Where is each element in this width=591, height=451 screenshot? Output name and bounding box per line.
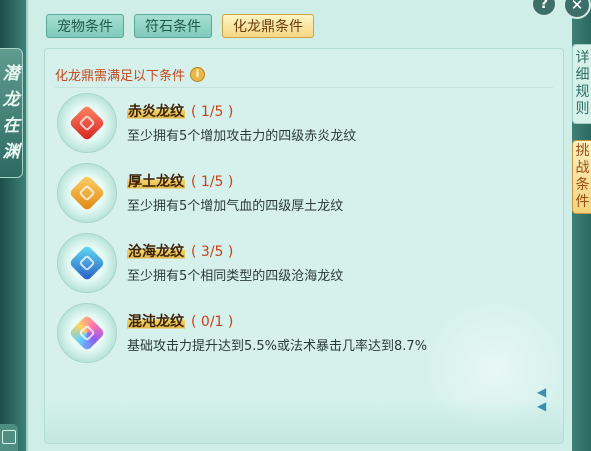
- item-name: 混沌龙纹: [127, 314, 185, 330]
- conditions-content: 化龙鼎需满足以下条件 i 赤炎龙纹 ( 1/5 ) 至少拥有5个增加攻击力的四级赤…: [44, 48, 564, 444]
- tab-dragon-cauldron-conditions[interactable]: 化龙鼎条件: [222, 14, 314, 38]
- conditions-header: 化龙鼎需满足以下条件 i: [55, 61, 553, 88]
- side-tab-challenge-conditions[interactable]: 挑 战 条 件: [572, 140, 591, 214]
- item-description: 至少拥有5个相同类型的四级沧海龙纹: [127, 269, 344, 284]
- tab-pet-conditions[interactable]: 宠物条件: [46, 14, 124, 38]
- left-banner-char: 渊: [2, 142, 20, 162]
- main-panel: 宠物条件 符石条件 化龙鼎条件 化龙鼎需满足以下条件 i 赤炎龙纹 ( 1/5 )…: [26, 0, 574, 451]
- gold-gem-icon: [68, 174, 106, 212]
- item-progress: ( 1/5 ): [191, 174, 234, 190]
- info-icon[interactable]: i: [190, 66, 206, 82]
- edit-icon: [2, 430, 16, 444]
- side-tab-detailed-rules[interactable]: 详 细 规 则: [572, 44, 591, 124]
- condition-item: 混沌龙纹 ( 0/1 ) 基础攻击力提升达到5.5%或法术暴击几率达到8.7%: [57, 303, 537, 369]
- item-description: 至少拥有5个增加攻击力的四级赤炎龙纹: [127, 129, 357, 144]
- edit-button[interactable]: [0, 424, 18, 451]
- red-gem-icon: [68, 104, 106, 142]
- item-description: 基础攻击力提升达到5.5%或法术暴击几率达到8.7%: [127, 339, 428, 354]
- side-tab-char: 细: [575, 67, 590, 83]
- tab-rune-conditions[interactable]: 符石条件: [134, 14, 212, 38]
- side-tab-char: 则: [575, 101, 590, 117]
- left-title-banner: 潜 龙 在 渊: [0, 48, 23, 178]
- fish-decoration: ◀ ◀: [537, 385, 549, 413]
- left-banner-char: 在: [2, 116, 20, 136]
- condition-item: 厚土龙纹 ( 1/5 ) 至少拥有5个增加气血的四级厚土龙纹: [57, 163, 537, 229]
- item-icon-frame[interactable]: [57, 303, 117, 363]
- item-description: 至少拥有5个增加气血的四级厚土龙纹: [127, 199, 344, 214]
- item-icon-frame[interactable]: [57, 233, 117, 293]
- chaos-gem-icon: [68, 314, 106, 352]
- left-banner-char: 潜: [2, 64, 20, 84]
- side-tab-char: 条: [575, 177, 590, 193]
- side-tab-char: 规: [575, 84, 590, 100]
- tab-bar: 宠物条件 符石条件 化龙鼎条件: [46, 14, 314, 40]
- side-tab-char: 详: [575, 50, 590, 66]
- item-progress: ( 0/1 ): [191, 314, 234, 330]
- conditions-title: 化龙鼎需满足以下条件: [55, 68, 186, 84]
- side-tab-char: 件: [575, 194, 590, 210]
- item-icon-frame[interactable]: [57, 163, 117, 223]
- condition-item: 赤炎龙纹 ( 1/5 ) 至少拥有5个增加攻击力的四级赤炎龙纹: [57, 93, 537, 159]
- side-tab-char: 战: [575, 160, 590, 176]
- item-name: 厚土龙纹: [127, 174, 185, 190]
- side-tab-char: 挑: [575, 143, 590, 159]
- condition-item: 沧海龙纹 ( 3/5 ) 至少拥有5个相同类型的四级沧海龙纹: [57, 233, 537, 299]
- item-name: 沧海龙纹: [127, 244, 185, 260]
- wave-decoration: [45, 399, 563, 443]
- left-banner-char: 龙: [2, 90, 20, 110]
- item-progress: ( 1/5 ): [191, 104, 234, 120]
- item-icon-frame[interactable]: [57, 93, 117, 153]
- item-name: 赤炎龙纹: [127, 104, 185, 120]
- item-progress: ( 3/5 ): [191, 244, 234, 260]
- blue-gem-icon: [68, 244, 106, 282]
